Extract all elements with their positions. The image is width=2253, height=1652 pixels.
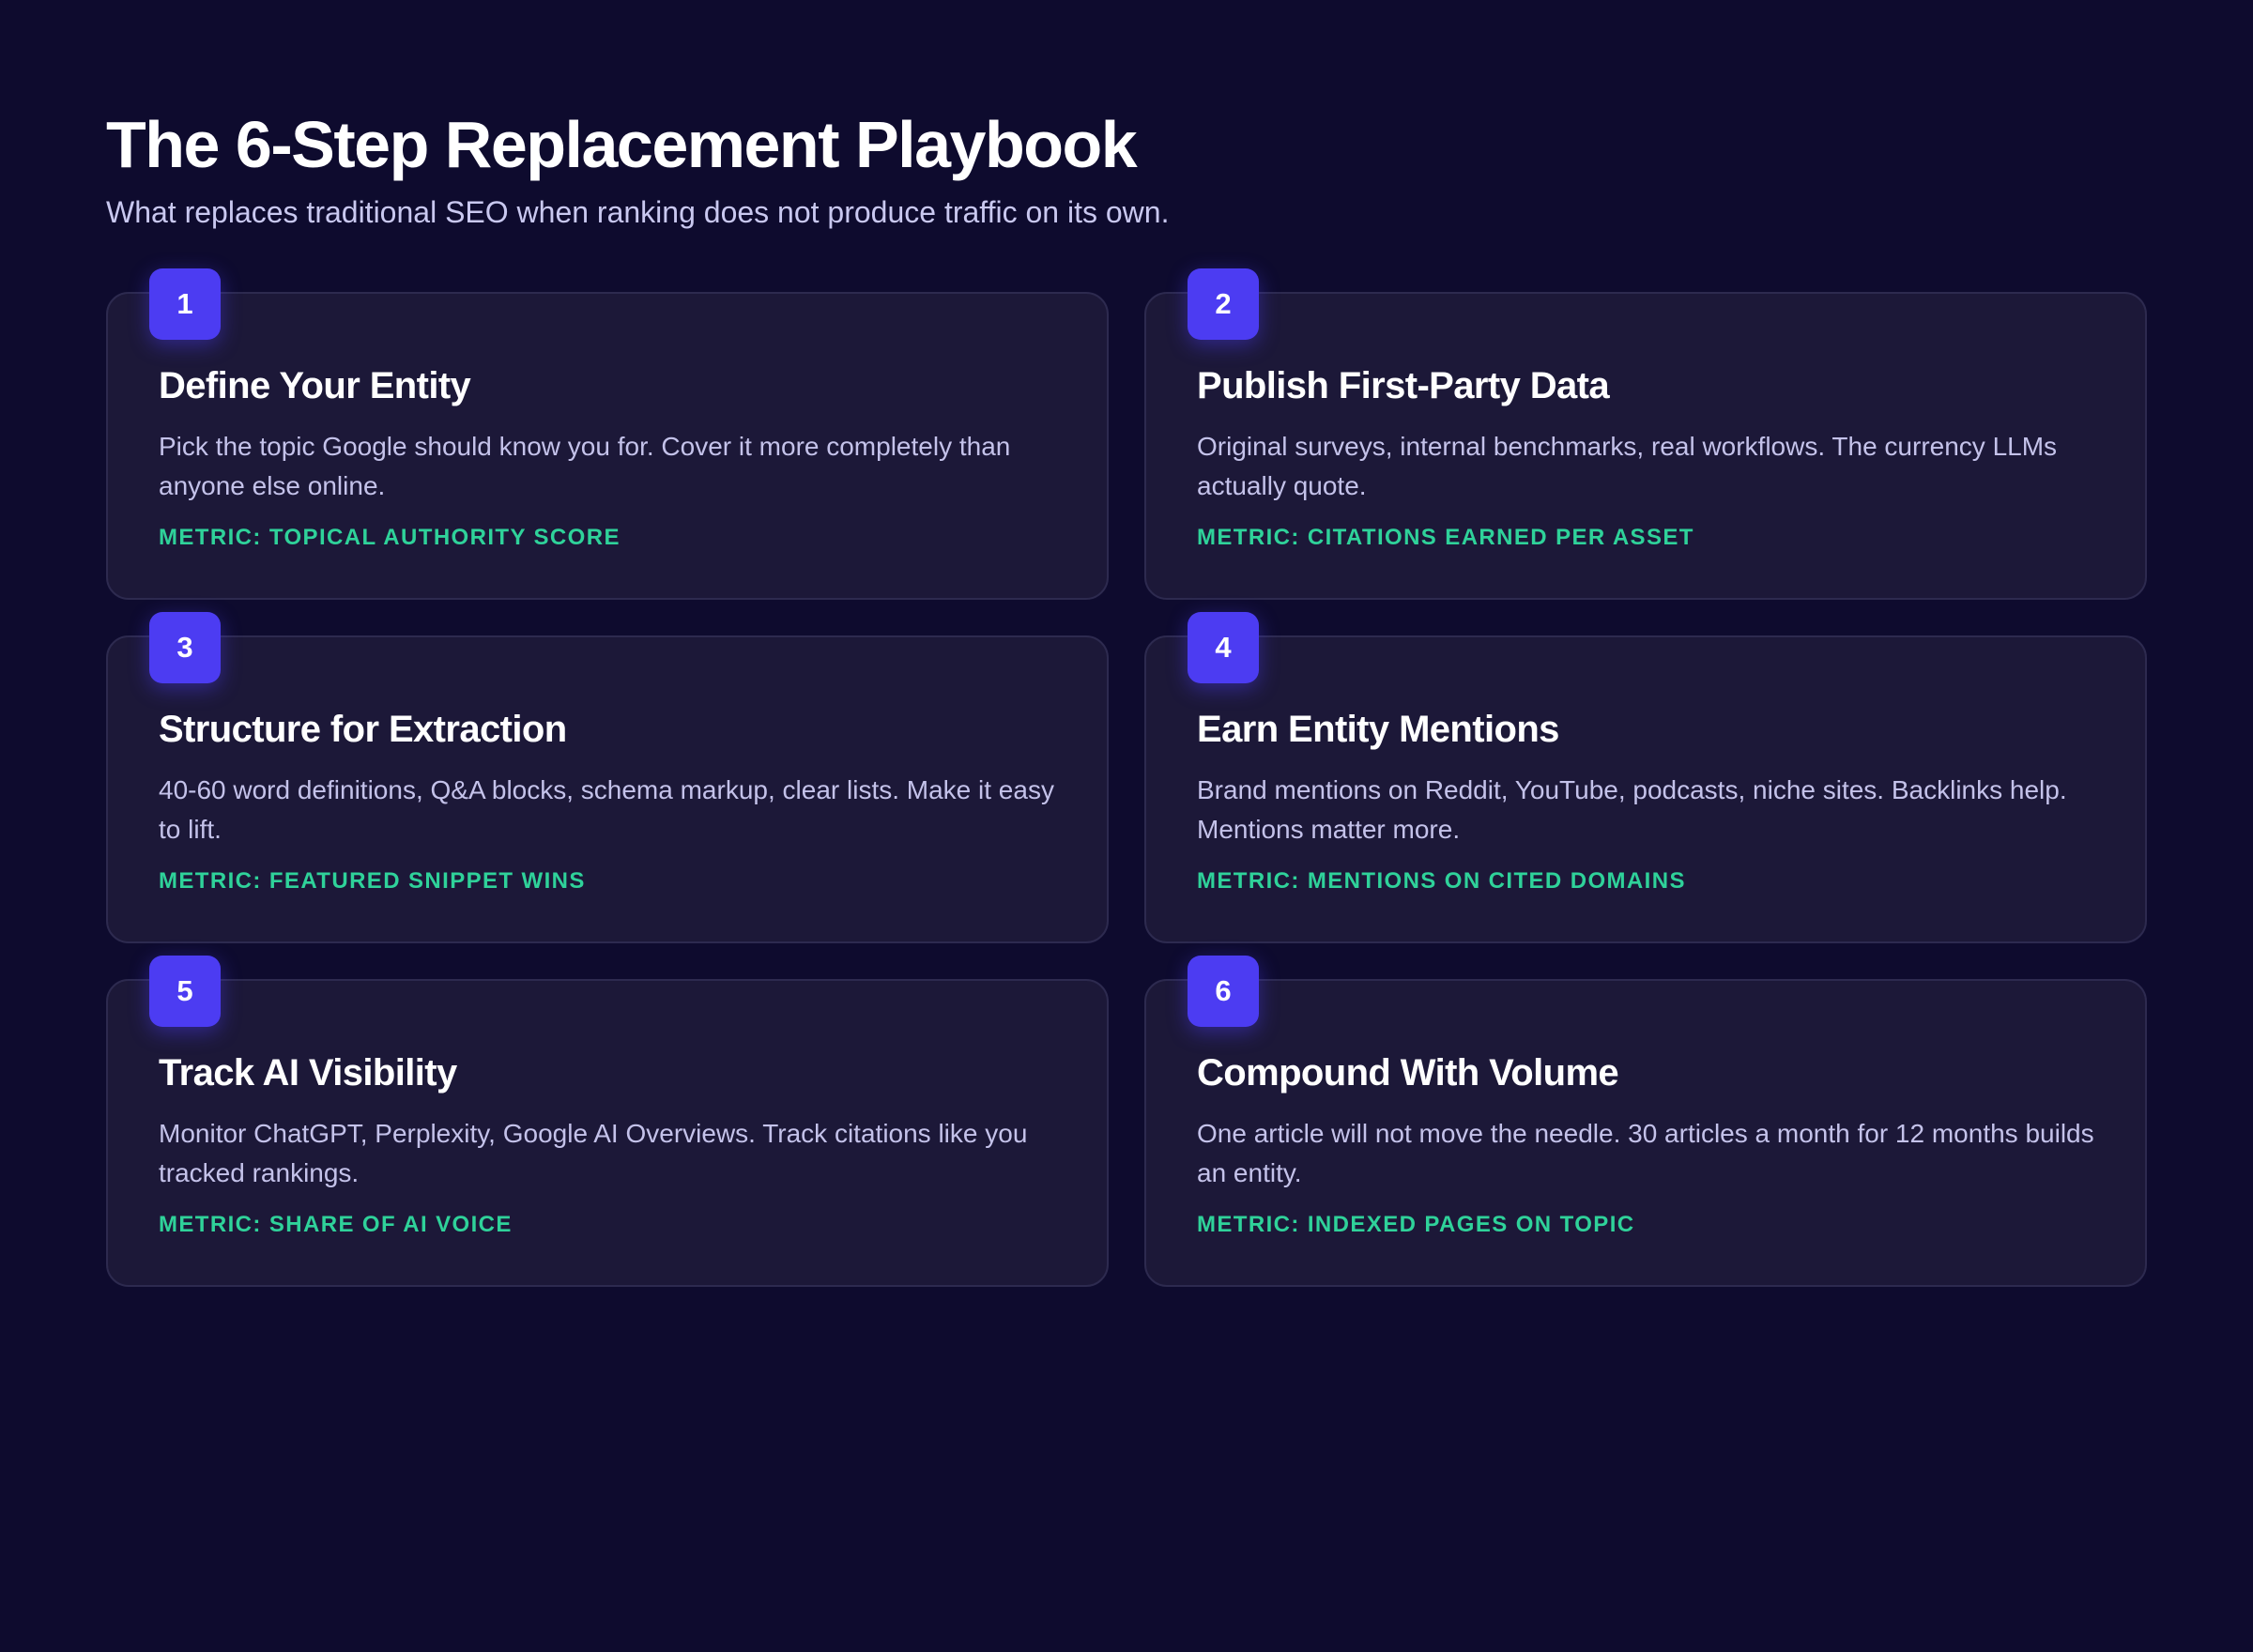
step-description: Pick the topic Google should know you fo… bbox=[159, 432, 1011, 500]
page-title: The 6-Step Replacement Playbook bbox=[106, 108, 1138, 181]
step-title: Compound With Volume bbox=[1197, 1052, 1619, 1094]
step-metric: METRIC: CITATIONS EARNED PER ASSET bbox=[1197, 525, 1694, 550]
page-subtitle: What replaces traditional SEO when ranki… bbox=[106, 195, 1170, 229]
step-card-4: 4 Earn Entity Mentions Brand mentions on… bbox=[1144, 612, 2147, 943]
step-number-badge: 2 bbox=[1188, 268, 1259, 340]
step-metric: METRIC: TOPICAL AUTHORITY SCORE bbox=[159, 525, 621, 550]
step-number-badge: 3 bbox=[149, 612, 221, 683]
step-title: Publish First-Party Data bbox=[1197, 365, 1610, 406]
step-number-badge: 4 bbox=[1188, 612, 1259, 683]
step-description: Original surveys, internal benchmarks, r… bbox=[1197, 432, 2058, 500]
step-description: 40-60 word definitions, Q&A blocks, sche… bbox=[159, 775, 1054, 844]
step-title: Define Your Entity bbox=[159, 365, 471, 406]
step-title: Track AI Visibility bbox=[159, 1052, 457, 1094]
step-card-5: 5 Track AI Visibility Monitor ChatGPT, P… bbox=[106, 956, 1109, 1287]
step-title: Structure for Extraction bbox=[159, 709, 567, 750]
step-metric: METRIC: SHARE OF AI VOICE bbox=[159, 1212, 513, 1237]
step-description: Brand mentions on Reddit, YouTube, podca… bbox=[1197, 775, 2067, 844]
step-description: One article will not move the needle. 30… bbox=[1197, 1119, 2094, 1187]
step-title: Earn Entity Mentions bbox=[1197, 709, 1559, 750]
step-card-2: 2 Publish First-Party Data Original surv… bbox=[1144, 268, 2147, 600]
step-description: Monitor ChatGPT, Perplexity, Google AI O… bbox=[159, 1119, 1028, 1187]
step-metric: METRIC: FEATURED SNIPPET WINS bbox=[159, 868, 586, 894]
steps-grid: 1 Define Your Entity Pick the topic Goog… bbox=[106, 268, 2147, 1287]
step-number-badge: 6 bbox=[1188, 956, 1259, 1027]
step-number-badge: 1 bbox=[149, 268, 221, 340]
step-number-badge: 5 bbox=[149, 956, 221, 1027]
step-metric: METRIC: MENTIONS ON CITED DOMAINS bbox=[1197, 868, 1686, 894]
step-card-6: 6 Compound With Volume One article will … bbox=[1144, 956, 2147, 1287]
step-card-3: 3 Structure for Extraction 40-60 word de… bbox=[106, 612, 1109, 943]
step-card-1: 1 Define Your Entity Pick the topic Goog… bbox=[106, 268, 1109, 600]
step-metric: METRIC: INDEXED PAGES ON TOPIC bbox=[1197, 1212, 1635, 1237]
